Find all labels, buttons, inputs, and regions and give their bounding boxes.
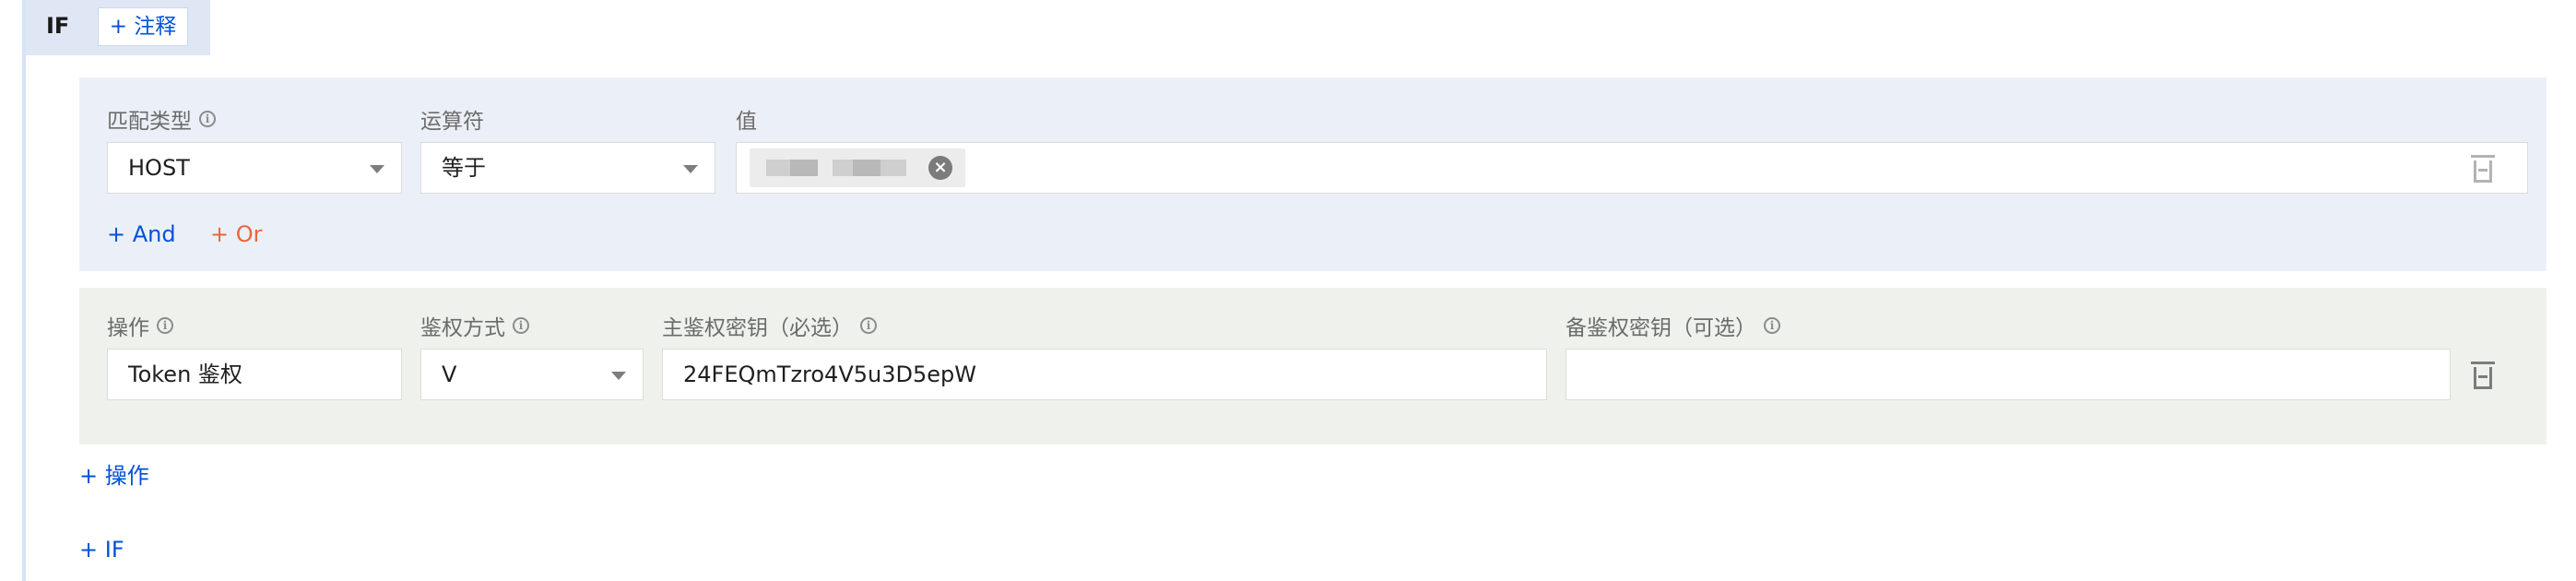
chevron-down-icon bbox=[611, 372, 626, 380]
add-note-button[interactable]: + 注释 bbox=[98, 7, 188, 46]
redacted-block bbox=[766, 160, 790, 176]
value-label: 值 bbox=[736, 110, 757, 134]
match-type-label: 匹配类型 i bbox=[107, 103, 216, 135]
close-circle-icon[interactable]: × bbox=[928, 156, 952, 180]
operator-select[interactable]: 等于 bbox=[420, 142, 715, 194]
primary-key-input[interactable]: 24FEQmTzro4V5u3D5epW bbox=[662, 349, 1547, 400]
primary-key-label: 主鉴权密钥（必选） i bbox=[662, 310, 877, 341]
add-or-button[interactable]: + Or bbox=[210, 221, 263, 247]
operation-label: 操作 i bbox=[107, 310, 173, 341]
info-icon[interactable]: i bbox=[1764, 317, 1780, 334]
info-icon[interactable]: i bbox=[157, 317, 173, 334]
operation-field[interactable]: Token 鉴权 bbox=[107, 349, 402, 400]
add-and-button[interactable]: + And bbox=[107, 221, 176, 247]
add-if-button[interactable]: + IF bbox=[79, 537, 124, 563]
trash-icon[interactable] bbox=[2471, 362, 2495, 389]
value-tag-input[interactable]: × bbox=[736, 142, 2528, 194]
redacted-block bbox=[833, 160, 853, 176]
chevron-down-icon bbox=[370, 165, 384, 173]
operator-label: 运算符 bbox=[420, 110, 484, 134]
backup-key-input[interactable] bbox=[1566, 349, 2451, 400]
auth-method-label: 鉴权方式 i bbox=[420, 310, 529, 341]
chevron-down-icon bbox=[683, 165, 698, 173]
info-icon[interactable]: i bbox=[199, 111, 216, 127]
condition-panel: 匹配类型 i 运算符 值 HOST 等于 × + And + Or bbox=[79, 77, 2546, 271]
if-label: IF bbox=[46, 13, 70, 39]
add-action-button[interactable]: + 操作 bbox=[79, 457, 149, 490]
trash-icon[interactable] bbox=[2471, 155, 2495, 183]
action-panel: 操作 i 鉴权方式 i 主鉴权密钥（必选） i 备鉴权密钥（可选） i Toke… bbox=[79, 288, 2546, 445]
info-icon[interactable]: i bbox=[860, 317, 877, 334]
info-icon[interactable]: i bbox=[513, 317, 529, 334]
rule-left-border bbox=[22, 0, 26, 581]
backup-key-label: 备鉴权密钥（可选） i bbox=[1566, 310, 1780, 341]
redacted-block bbox=[880, 160, 906, 176]
value-tag: × bbox=[750, 148, 965, 187]
redacted-block bbox=[790, 160, 818, 176]
auth-method-select[interactable]: V bbox=[420, 349, 644, 400]
redacted-block bbox=[853, 160, 880, 176]
match-type-select[interactable]: HOST bbox=[107, 142, 402, 194]
